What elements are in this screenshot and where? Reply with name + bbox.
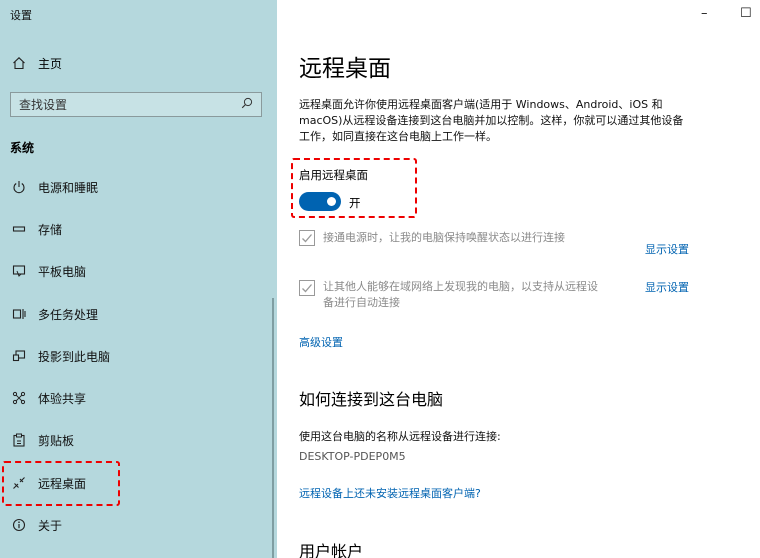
how-to-connect-text: 使用这台电脑的名称从远程设备进行连接: [299, 430, 501, 443]
keep-awake-label: 接通电源时，让我的电脑保持唤醒状态以进行连接 [323, 231, 565, 244]
page-title: 远程桌面 [299, 56, 391, 82]
minimize-button[interactable]: – [701, 6, 708, 21]
multitasking-icon [10, 305, 28, 323]
sidebar-scrollbar[interactable] [272, 298, 274, 558]
check-icon [302, 284, 312, 293]
keep-awake-checkbox[interactable] [299, 230, 315, 246]
how-to-connect-heading: 如何连接到这台电脑 [299, 390, 444, 409]
sidebar-item-label: 关于 [38, 518, 63, 533]
client-not-installed-link[interactable]: 远程设备上还未安装远程桌面客户端? [299, 485, 481, 501]
power-icon [10, 178, 28, 196]
search-icon [241, 97, 253, 112]
toggle-knob [327, 197, 336, 206]
pc-name: DESKTOP-PDEP0M5 [299, 450, 406, 463]
show-settings-link-2[interactable]: 显示设置 [645, 279, 689, 295]
show-settings-link-1[interactable]: 显示设置 [645, 241, 689, 257]
main-panel: – ☐ 远程桌面 远程桌面允许你使用远程桌面客户端(适用于 Windows、An… [277, 0, 760, 558]
project-icon [10, 347, 28, 365]
sidebar-item-label: 剪贴板 [38, 433, 75, 448]
tablet-icon [10, 262, 28, 280]
sidebar-item-label: 主页 [38, 56, 63, 71]
home-icon [10, 54, 28, 72]
advanced-settings-link[interactable]: 高级设置 [299, 334, 343, 350]
sidebar-item-multitasking[interactable]: 多任务处理 [10, 304, 98, 324]
sidebar-item-clipboard[interactable]: 剪贴板 [10, 430, 74, 450]
enable-remote-desktop-toggle[interactable] [299, 192, 341, 211]
toggle-state-label: 开 [349, 196, 361, 210]
discoverable-label-line1: 让其他人能够在域网络上发现我的电脑，以支持从远程设 [323, 280, 598, 293]
user-accounts-heading: 用户帐户 [299, 542, 364, 558]
sidebar-item-label: 电源和睡眠 [38, 180, 99, 195]
check-icon [302, 234, 312, 243]
discoverable-checkbox[interactable] [299, 280, 315, 296]
sidebar-item-share[interactable]: 体验共享 [10, 388, 86, 408]
sidebar-item-home[interactable]: 主页 [10, 53, 62, 73]
page-description: 远程桌面允许你使用远程桌面客户端(适用于 Windows、Android、iOS… [299, 98, 684, 143]
window-title: 设置 [10, 9, 32, 22]
sidebar: 设置 主页 查找设置 系统 电源和睡眠 存储 平板电脑 多任务处理 投影到此电脑… [0, 0, 277, 558]
enable-remote-desktop-label: 启用远程桌面 [299, 168, 368, 182]
sidebar-item-tablet[interactable]: 平板电脑 [10, 261, 86, 281]
info-icon [10, 516, 28, 534]
section-heading: 系统 [10, 141, 35, 155]
storage-icon [10, 220, 28, 238]
maximize-button[interactable]: ☐ [740, 6, 752, 21]
sidebar-item-label: 体验共享 [38, 391, 87, 406]
highlight-remote-desktop-nav [2, 461, 120, 506]
sidebar-item-about[interactable]: 关于 [10, 515, 62, 535]
sidebar-item-label: 投影到此电脑 [38, 349, 111, 364]
sidebar-item-label: 多任务处理 [38, 307, 99, 322]
search-placeholder: 查找设置 [19, 98, 68, 112]
clipboard-icon [10, 431, 28, 449]
discoverable-label-line2: 备进行自动连接 [323, 296, 400, 309]
sidebar-item-label: 存储 [38, 222, 63, 237]
sidebar-item-storage[interactable]: 存储 [10, 219, 62, 239]
search-input[interactable]: 查找设置 [10, 92, 262, 117]
sidebar-item-project[interactable]: 投影到此电脑 [10, 346, 110, 366]
share-icon [10, 389, 28, 407]
sidebar-item-power[interactable]: 电源和睡眠 [10, 177, 98, 197]
sidebar-item-label: 平板电脑 [38, 264, 87, 279]
